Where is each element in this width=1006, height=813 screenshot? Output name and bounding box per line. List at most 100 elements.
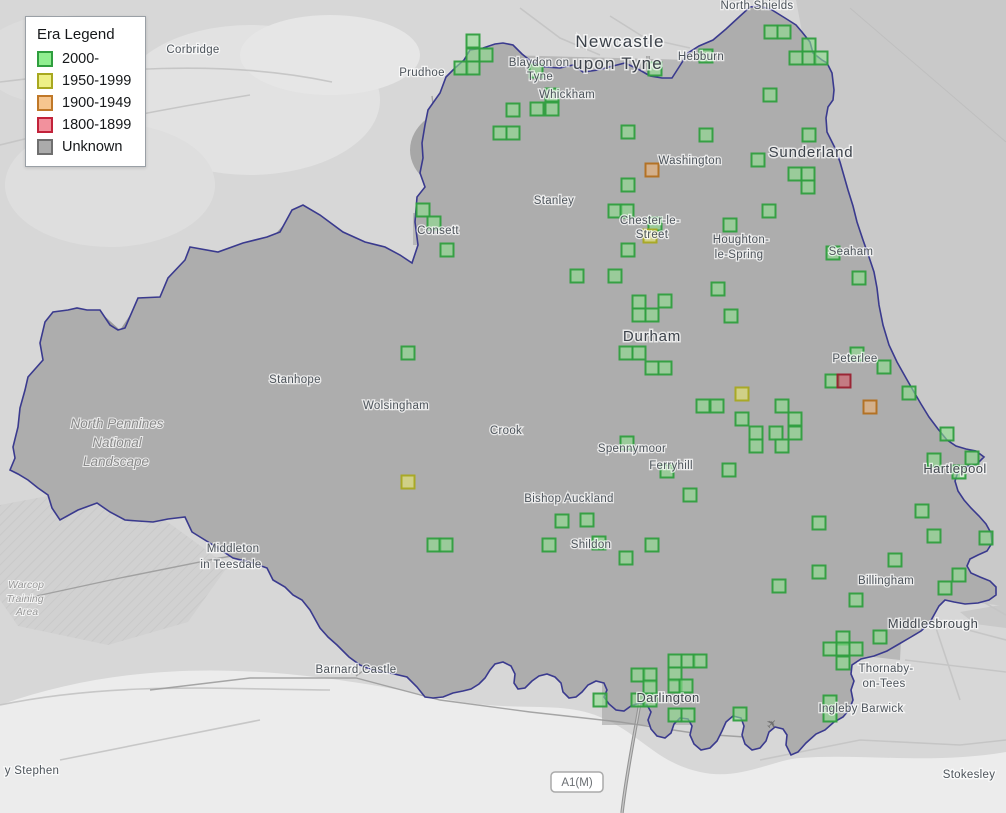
era-marker[interactable] [848, 641, 864, 657]
era-marker[interactable] [872, 629, 888, 645]
era-marker[interactable] [667, 653, 683, 669]
era-marker[interactable] [541, 537, 557, 553]
era-marker[interactable] [822, 641, 838, 657]
era-marker[interactable] [554, 513, 570, 529]
era-marker[interactable] [618, 345, 634, 361]
era-marker[interactable] [801, 37, 817, 53]
era-marker[interactable] [811, 564, 827, 580]
era-marker[interactable] [644, 360, 660, 376]
era-marker[interactable] [709, 398, 725, 414]
era-marker[interactable] [835, 641, 851, 657]
era-marker[interactable] [926, 528, 942, 544]
era-marker[interactable] [862, 399, 878, 415]
era-marker[interactable] [631, 345, 647, 361]
map-viewport[interactable]: Newcastle upon Tyne Sunderland Durham Middle… [0, 0, 1006, 813]
era-marker[interactable] [415, 202, 431, 218]
era-marker[interactable] [620, 177, 636, 193]
era-marker[interactable] [848, 592, 864, 608]
era-marker[interactable] [682, 487, 698, 503]
era-marker[interactable] [620, 242, 636, 258]
era-marker[interactable] [800, 166, 816, 182]
era-marker[interactable] [978, 530, 994, 546]
era-marker[interactable] [851, 270, 867, 286]
era-marker[interactable] [901, 385, 917, 401]
era-marker[interactable] [800, 179, 816, 195]
era-marker[interactable] [710, 281, 726, 297]
era-marker[interactable] [505, 102, 521, 118]
era-marker[interactable] [937, 580, 953, 596]
era-marker[interactable] [529, 101, 545, 117]
era-marker[interactable] [657, 360, 673, 376]
legend-item-label: 1800-1899 [62, 117, 132, 133]
legend-items: 2000- 1950-1999 1900-1949 1800-1899 Unknown [37, 51, 131, 155]
map-label: Peterlee [832, 353, 877, 365]
era-marker[interactable] [644, 307, 660, 323]
era-marker[interactable] [631, 294, 647, 310]
era-marker[interactable] [723, 308, 739, 324]
era-marker[interactable] [771, 578, 787, 594]
era-marker[interactable] [768, 425, 784, 441]
era-marker[interactable] [465, 33, 481, 49]
era-marker[interactable] [478, 47, 494, 63]
era-marker[interactable] [569, 268, 585, 284]
era-marker[interactable] [776, 24, 792, 40]
era-marker[interactable] [439, 242, 455, 258]
era-marker[interactable] [721, 462, 737, 478]
map-canvas[interactable]: Newcastle upon Tyne Sunderland Durham Middle… [0, 0, 1006, 813]
era-marker[interactable] [734, 386, 750, 402]
era-marker[interactable] [762, 87, 778, 103]
era-marker[interactable] [465, 60, 481, 76]
map-label: Durham [623, 328, 681, 345]
era-marker[interactable] [592, 692, 608, 708]
era-marker[interactable] [876, 359, 892, 375]
era-marker[interactable] [695, 398, 711, 414]
era-marker[interactable] [618, 550, 634, 566]
era-marker[interactable] [761, 203, 777, 219]
era-marker[interactable] [631, 307, 647, 323]
era-marker[interactable] [748, 438, 764, 454]
era-marker[interactable] [657, 293, 673, 309]
era-marker[interactable] [813, 50, 829, 66]
era-marker[interactable] [667, 707, 683, 723]
map-label: Ferryhill [649, 460, 693, 472]
era-marker[interactable] [722, 217, 738, 233]
era-marker[interactable] [644, 537, 660, 553]
era-marker[interactable] [774, 398, 790, 414]
era-marker[interactable] [465, 47, 481, 63]
era-marker[interactable] [732, 706, 748, 722]
era-marker[interactable] [801, 127, 817, 143]
era-marker[interactable] [951, 567, 967, 583]
era-marker[interactable] [914, 503, 930, 519]
era-marker[interactable] [698, 127, 714, 143]
era-marker[interactable] [787, 425, 803, 441]
era-marker[interactable] [607, 268, 623, 284]
era-marker[interactable] [620, 124, 636, 140]
era-marker[interactable] [400, 474, 416, 490]
era-marker[interactable] [939, 426, 955, 442]
legend-item-label: Unknown [62, 139, 123, 155]
era-marker[interactable] [544, 101, 560, 117]
era-marker[interactable] [787, 411, 803, 427]
era-marker[interactable] [887, 552, 903, 568]
era-marker[interactable] [788, 50, 804, 66]
map-label: Houghton- [713, 234, 769, 246]
era-marker[interactable] [400, 345, 416, 361]
era-marker[interactable] [492, 125, 508, 141]
era-marker[interactable] [680, 707, 696, 723]
era-marker[interactable] [734, 411, 750, 427]
era-marker[interactable] [579, 512, 595, 528]
map-label: North Pennines [70, 416, 163, 431]
era-marker[interactable] [750, 152, 766, 168]
era-marker[interactable] [438, 537, 454, 553]
era-marker[interactable] [774, 438, 790, 454]
era-marker[interactable] [835, 655, 851, 671]
era-marker[interactable] [692, 653, 708, 669]
era-marker[interactable] [787, 166, 803, 182]
era-marker[interactable] [505, 125, 521, 141]
era-marker[interactable] [644, 162, 660, 178]
era-marker[interactable] [811, 515, 827, 531]
era-marker[interactable] [836, 373, 852, 389]
legend-swatch-icon [37, 117, 53, 133]
era-marker[interactable] [763, 24, 779, 40]
era-marker[interactable] [748, 425, 764, 441]
